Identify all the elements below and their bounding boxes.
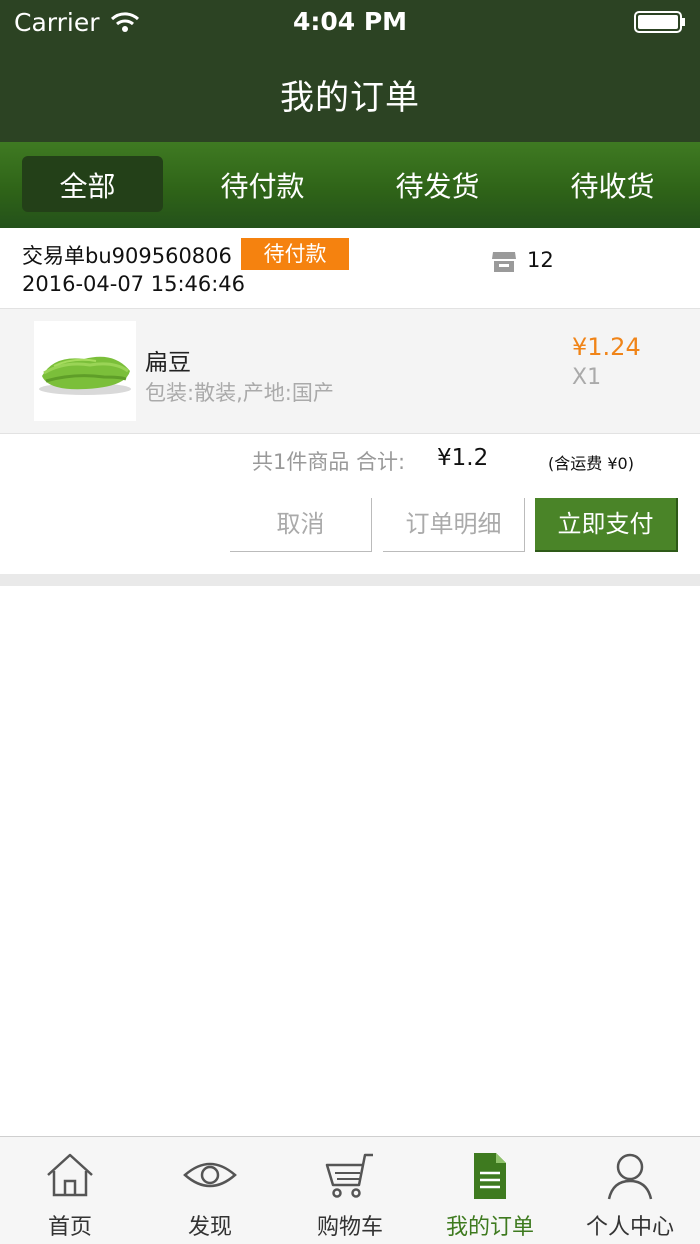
cancel-button[interactable]: 取消 — [230, 498, 372, 552]
page-title: 我的订单 — [280, 78, 420, 118]
store-count: 12 — [527, 248, 554, 272]
top-bar: Carrier 4:04 PM 我的订单 — [0, 0, 700, 142]
status-badge: 待付款 — [241, 238, 349, 270]
battery-icon — [634, 11, 685, 33]
bottom-tab-discover[interactable]: 发现 — [140, 1137, 280, 1244]
bottom-tab-profile[interactable]: 个人中心 — [560, 1137, 700, 1244]
cart-icon — [325, 1153, 373, 1198]
order-summary: 共1件商品 合计: ¥1.2 (含运费 ¥0) 取消 订单明细 立即支付 — [0, 434, 700, 574]
order-time: 2016-04-07 15:46:46 — [22, 272, 246, 296]
order-detail-button[interactable]: 订单明细 — [383, 498, 525, 552]
product-spec: 包装:散装,产地:国产 — [145, 381, 334, 405]
product-price: ¥1.24 — [572, 333, 641, 361]
bottom-tab-label: 个人中心 — [585, 1215, 674, 1240]
order-item[interactable]: 扁豆 包装:散装,产地:国产 ¥1.24 X1 — [0, 308, 700, 434]
summary-total: ¥1.2 — [437, 445, 489, 471]
tab-label: 全部 — [59, 170, 116, 203]
summary-label: 共1件商品 合计: — [252, 450, 406, 474]
bottom-tab-bar: 首页 发现 购物车 我的订单 个人中心 — [0, 1136, 700, 1244]
document-icon — [474, 1153, 506, 1199]
status-time: 4:04 PM — [292, 7, 408, 36]
product-name: 扁豆 — [145, 350, 191, 376]
tab-pending-payment[interactable]: 待付款 — [175, 142, 350, 228]
tab-all[interactable]: 全部 — [0, 142, 175, 228]
bottom-tab-label: 我的订单 — [445, 1215, 534, 1240]
product-image — [34, 321, 136, 421]
home-icon — [47, 1153, 93, 1197]
order-tabs: 全部 待付款 待发货 待收货 — [0, 142, 700, 228]
green-beans-icon — [39, 356, 131, 395]
eye-icon — [183, 1162, 237, 1188]
shipping-fee: (含运费 ¥0) — [548, 454, 634, 473]
bottom-tab-label: 发现 — [187, 1215, 232, 1240]
order-number: 交易单bu909560806 — [22, 244, 232, 268]
store-icon — [492, 252, 516, 272]
pay-now-button[interactable]: 立即支付 — [535, 498, 678, 552]
bottom-tab-label: 首页 — [47, 1215, 92, 1240]
status-bar: Carrier 4:04 PM — [0, 0, 700, 44]
bottom-tab-cart[interactable]: 购物车 — [280, 1137, 420, 1244]
order-header: 交易单bu909560806 待付款 12 2016-04-07 15:46:4… — [0, 228, 700, 308]
bottom-tab-home[interactable]: 首页 — [0, 1137, 140, 1244]
tab-pending-shipment[interactable]: 待发货 — [350, 142, 525, 228]
section-divider — [0, 574, 700, 586]
tab-label: 待付款 — [220, 170, 305, 203]
product-quantity: X1 — [572, 365, 602, 390]
bottom-tab-label: 购物车 — [316, 1215, 383, 1240]
tab-label: 待收货 — [570, 170, 655, 203]
bottom-tab-orders[interactable]: 我的订单 — [420, 1137, 560, 1244]
screen: Carrier 4:04 PM 我的订单 全部 待付款 待发货 待收货 交易单b… — [0, 0, 700, 1244]
user-icon — [607, 1153, 653, 1200]
tab-label: 待发货 — [395, 170, 480, 203]
tab-pending-receipt[interactable]: 待收货 — [525, 142, 700, 228]
